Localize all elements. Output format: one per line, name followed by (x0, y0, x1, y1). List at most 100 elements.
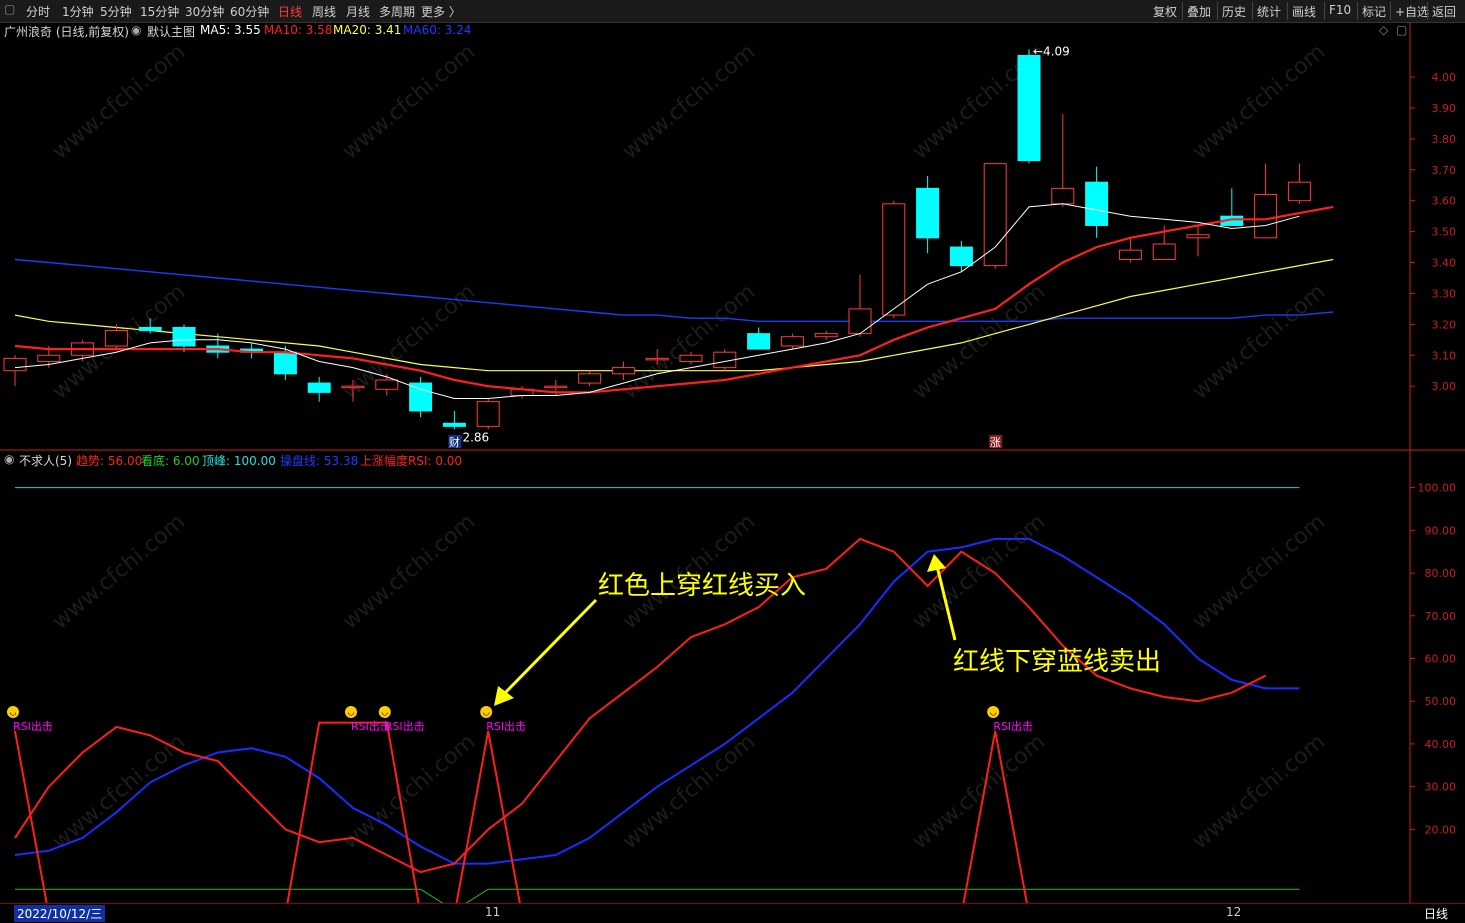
ma60-layer (14, 258, 1334, 322)
watermark-6: www.cfchi.com (338, 279, 480, 404)
template-dropdown-icon[interactable]: ◉ (131, 23, 141, 37)
candle-body-23 (780, 336, 804, 347)
watermark-2: www.cfchi.com (618, 39, 760, 164)
indicator-axis: 20.00 30.00 40.00 50.00 60.00 70.00 80.00 90.00… (1410, 482, 1457, 836)
smiley-face-4: ◡ (990, 708, 997, 717)
template-label[interactable]: 默认主图 (147, 23, 195, 40)
watermark-0: www.cfchi.com (48, 39, 190, 164)
buy-annotation: 红色上穿红线买入 (598, 571, 806, 601)
period-tab-2[interactable]: 5分钟 (100, 3, 132, 20)
main-chart-header: 广州浪奇 (日线,前复权) ◉ 默认主图 MA5: 3.55 MA10: 3.5… (0, 22, 1410, 40)
diamond-icon[interactable]: ◇ (1379, 23, 1388, 37)
price-tick-label-8: 3.80 (1432, 133, 1457, 146)
watermark-5: www.cfchi.com (48, 279, 190, 404)
period-tab-9[interactable]: 多周期 (379, 3, 415, 20)
candle-body-9 (307, 382, 331, 393)
smiley-face-0: ◡ (10, 708, 17, 717)
watermark-7: www.cfchi.com (618, 279, 760, 404)
watermark-19: www.cfchi.com (1188, 729, 1330, 854)
smiley-icon-3 (480, 706, 493, 718)
smiley-icon-2 (378, 706, 391, 718)
candle-body-31 (1051, 187, 1075, 205)
rsi-signal-label-1: RSI出击 (351, 719, 391, 733)
period-tab-10[interactable]: 更多 〉 (421, 3, 461, 20)
period-tab-1[interactable]: 1分钟 (62, 3, 94, 20)
ma5-layer (14, 203, 1300, 399)
indicator-name[interactable]: 不求人(5) (19, 452, 72, 469)
candle-body-33 (1118, 249, 1142, 260)
watermark-layer: www.cfchi.com www.cfchi.com www.cfchi.com w… (48, 39, 1330, 854)
candle-body-8 (273, 351, 297, 375)
candle-body-26 (882, 203, 906, 316)
month-12-label: 12 (1226, 905, 1242, 919)
price-axis: 3.00 3.10 3.20 3.30 3.40 3.50 3.60 3.70 3.80 3.90… (1410, 71, 1456, 393)
candle-body-37 (1254, 194, 1278, 239)
ind-tick-label-5: 70.00 (1425, 610, 1457, 623)
indicator-dropdown-icon[interactable]: ◉ (4, 452, 14, 466)
candle-body-38 (1287, 181, 1311, 202)
period-tab-7[interactable]: 周线 (312, 3, 336, 20)
ma5-value: MA5: 3.55 (200, 23, 261, 37)
candle-body-34 (1152, 243, 1176, 260)
rsi-value: 上涨幅度RSI: 0.00 (360, 454, 463, 468)
buy-arrow-line (500, 598, 598, 698)
toolbar-button-7[interactable]: +自选 (1395, 3, 1429, 20)
watermark-13: www.cfchi.com (908, 509, 1050, 634)
candle-body-18 (611, 367, 635, 375)
rsi-line (14, 721, 1266, 916)
indicator-header: ◉ 不求人(5) 趋势: 56.00 看底: 6.00 顶峰: 100.00 操… (0, 451, 1410, 469)
candle-body-4 (138, 326, 162, 332)
panel-square-icon[interactable]: ▢ (1396, 23, 1407, 37)
ind-tick-label-4: 60.00 (1425, 653, 1457, 666)
rsi-signal-label-4: RSI出击 (993, 719, 1033, 733)
stock-title: 广州浪奇 (日线,前复权) (4, 25, 129, 39)
watermark-12: www.cfchi.com (618, 509, 760, 634)
candle-layer (3, 49, 1311, 430)
ind-tick-label-1: 30.00 (1425, 781, 1457, 794)
ind-tick-label-6: 80.00 (1425, 567, 1457, 580)
smiley-face-3: ◡ (483, 708, 490, 717)
indicator-layer (14, 487, 1300, 916)
toolbar-button-4[interactable]: 画线 (1292, 3, 1316, 20)
candle-body-14 (476, 401, 500, 427)
candle-body-22 (747, 333, 771, 350)
candle-body-10 (341, 385, 365, 389)
toolbar-button-1[interactable]: 叠加 (1187, 3, 1211, 20)
candle-body-6 (206, 345, 230, 353)
square-icon[interactable]: ▢ (4, 2, 15, 16)
watermark-9: www.cfchi.com (1188, 279, 1330, 404)
smiley-icon-0 (7, 706, 19, 718)
rsi-signal-label-3: RSI出击 (486, 719, 526, 733)
period-tab-5[interactable]: 60分钟 (230, 3, 269, 20)
candle-body-7 (240, 348, 264, 353)
date-cursor-label: 2022/10/12/三 (14, 905, 106, 922)
toolbar-button-5[interactable]: F10 (1329, 3, 1351, 17)
toolbar-button-8[interactable]: 返回 (1432, 3, 1456, 20)
watermark-4: www.cfchi.com (1188, 39, 1330, 164)
toolbar-button-6[interactable]: 标记 (1362, 3, 1386, 20)
period-label[interactable]: 日线 (1424, 905, 1448, 922)
watermark-10: www.cfchi.com (48, 509, 190, 634)
watermark-11: www.cfchi.com (338, 509, 480, 634)
smiley-face-1: ◡ (348, 708, 355, 717)
period-tab-3[interactable]: 15分钟 (140, 3, 179, 20)
period-tab-4[interactable]: 30分钟 (185, 3, 224, 20)
swing-value: 操盘线: 53.38 (280, 454, 359, 468)
period-tab-6[interactable]: 日线 (278, 3, 302, 20)
candle-body-11 (375, 379, 399, 390)
rsi-signal-label-2: RSI出击 (385, 719, 425, 733)
sell-arrow-line (935, 565, 957, 641)
period-tab-8[interactable]: 月线 (346, 3, 370, 20)
toolbar-button-3[interactable]: 统计 (1257, 3, 1281, 20)
buy-arrow-head (494, 686, 514, 706)
ma60-value: MA60: 3.24 (403, 23, 472, 37)
candle-body-21 (713, 351, 737, 369)
period-tab-0[interactable]: 分时 (26, 3, 50, 20)
sell-arrow-head (927, 554, 946, 572)
toolbar-button-2[interactable]: 历史 (1222, 3, 1246, 20)
toolbar-button-0[interactable]: 复权 (1153, 3, 1177, 20)
bottom-value: 看底: 6.00 (141, 454, 200, 468)
event-marker-zhang: 涨 (990, 436, 1001, 449)
candle-body-25 (848, 308, 872, 335)
candle-body-27 (916, 187, 940, 239)
